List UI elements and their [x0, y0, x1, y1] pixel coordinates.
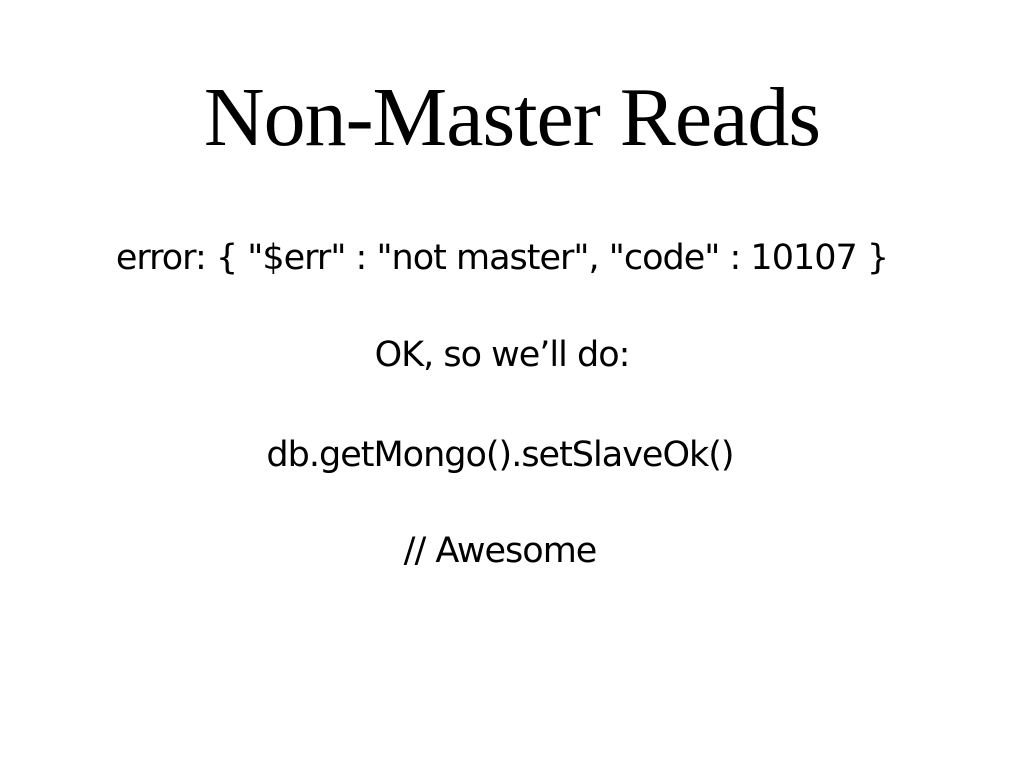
slide-title: Non-Master Reads — [203, 71, 821, 164]
code-line: db.getMongo().setSlaveOk() — [266, 435, 734, 475]
error-message-line: error: { "$err" : "not master", "code" :… — [115, 238, 889, 278]
explanation-line: OK, so we’ll do: — [374, 335, 631, 375]
comment-line: // Awesome — [403, 531, 598, 571]
slide: Non-Master Reads error: { "$err" : "not … — [0, 0, 1024, 768]
